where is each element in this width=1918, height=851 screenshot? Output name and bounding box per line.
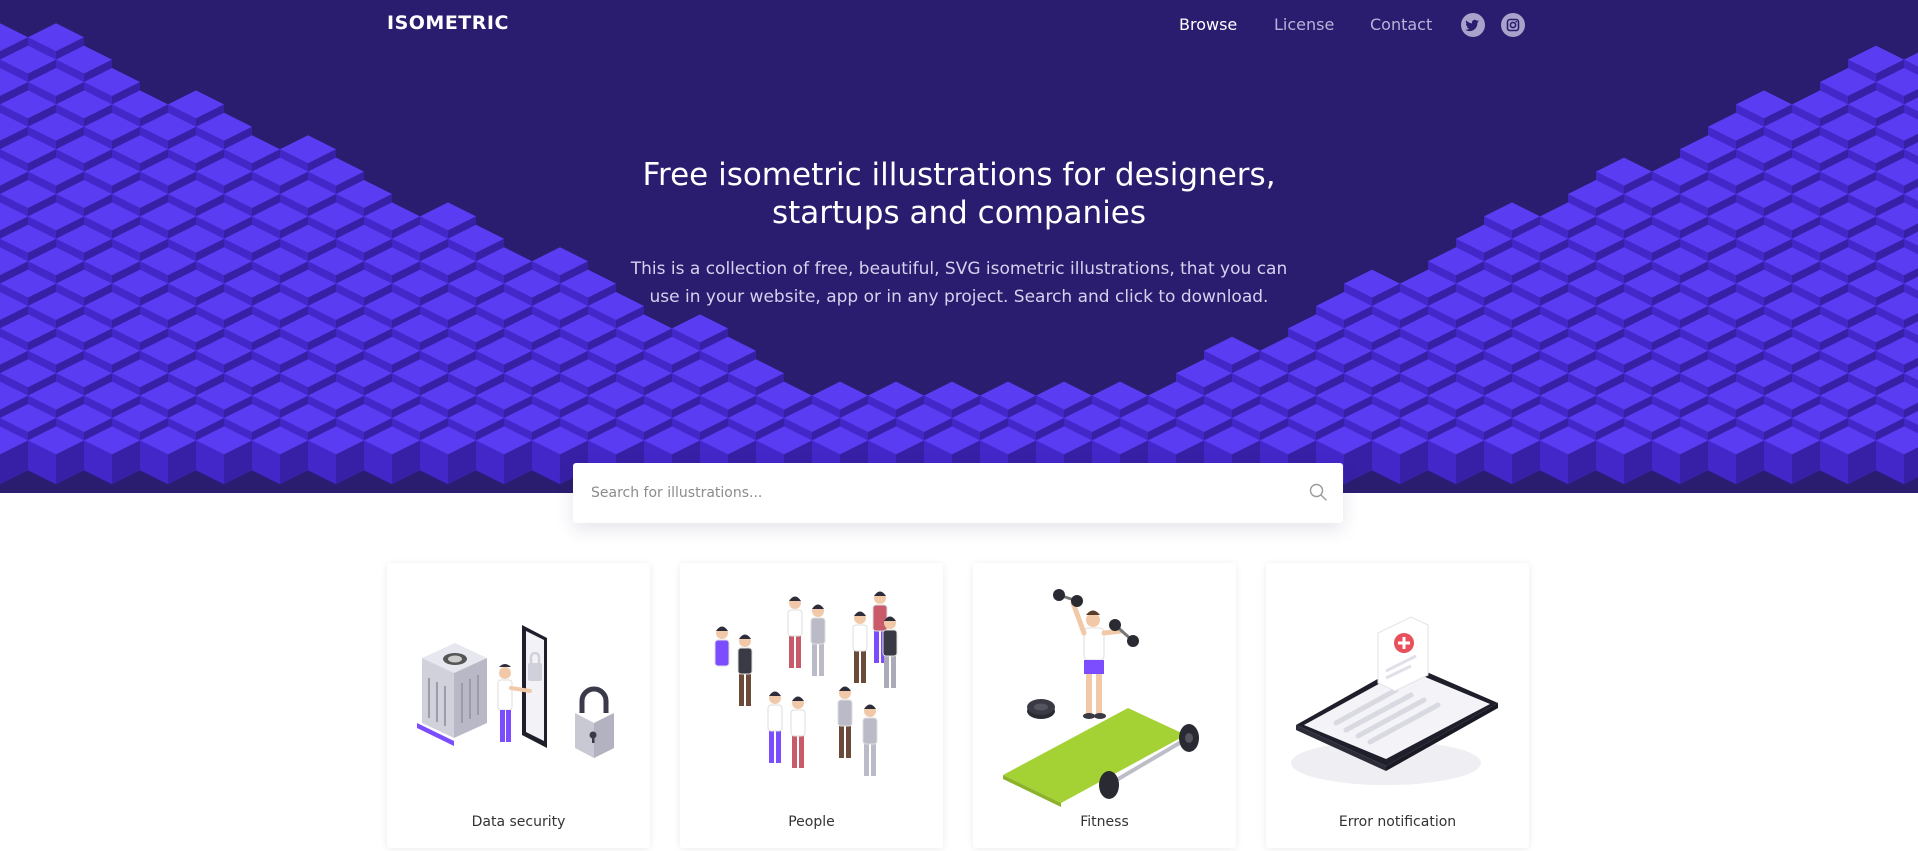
hero-title: Free isometric illustrations for designe… [559, 156, 1359, 232]
illustration-card-data-security[interactable]: Data security [387, 563, 650, 848]
hero-subtitle: This is a collection of free, beautiful,… [559, 255, 1359, 311]
isometric-cube-background [0, 23, 1918, 485]
nav-link-contact[interactable]: Contact [1370, 15, 1432, 34]
nav-link-browse[interactable]: Browse [1179, 15, 1237, 34]
hero-subtitle-line-1: This is a collection of free, beautiful,… [630, 259, 1288, 279]
people-illustration [714, 591, 898, 776]
card-label: Data security [471, 814, 566, 830]
twitter-icon[interactable] [1461, 13, 1485, 37]
hero-title-line-1: Free isometric illustrations for designe… [642, 157, 1276, 193]
hero-title-line-2: startups and companies [771, 195, 1147, 231]
logo[interactable]: ISOMETRIC [387, 12, 509, 34]
search-icon[interactable] [1308, 482, 1328, 502]
search-box [573, 463, 1343, 523]
illustration-card-people[interactable]: People [680, 563, 943, 848]
nav-link-license[interactable]: License [1274, 15, 1334, 34]
illustration-card-error-notification[interactable]: Error notification [1266, 563, 1529, 848]
hero-section: ISOMETRIC Browse License Contact Free is… [0, 0, 1918, 493]
data-security-illustration [417, 625, 614, 758]
navbar: ISOMETRIC Browse License Contact [0, 0, 1918, 50]
illustration-card-fitness[interactable]: Fitness [973, 563, 1236, 848]
card-label: Error notification [1338, 814, 1457, 830]
error-notification-illustration [1291, 616, 1498, 785]
card-label: Fitness [1080, 814, 1129, 830]
hero-subtitle-line-2: use in your website, app or in any proje… [649, 287, 1269, 307]
card-label: People [788, 814, 835, 830]
fitness-illustration [1003, 589, 1199, 807]
instagram-icon[interactable] [1501, 13, 1525, 37]
search-input[interactable] [591, 463, 1291, 523]
